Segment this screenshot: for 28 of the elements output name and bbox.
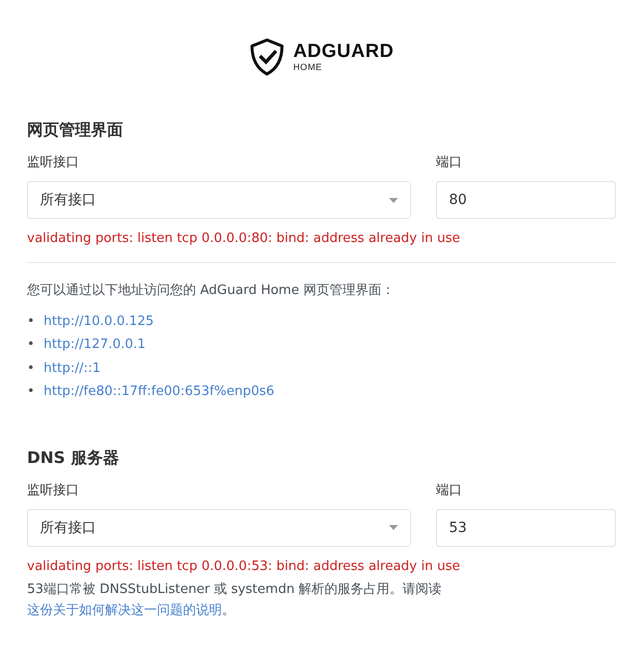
address-link[interactable]: http://fe80::17ff:fe00:653f%enp0s6 [44,380,274,404]
section-title: DNS 服务器 [27,448,120,469]
caret-icon [389,525,398,530]
address-link[interactable]: http://::1 [44,356,101,380]
bullet-mark: • [27,360,35,378]
port-field[interactable]: 53 [436,508,616,547]
help-link[interactable]: 这份关于如何解决这一问题的说明 [27,602,222,618]
caret-icon [389,198,398,202]
bullet-mark: • [27,336,35,354]
field-label: 监听接口 [27,482,80,499]
addresses-intro: 您可以通过以下地址访问您的 AdGuard Home 网页管理界面： [27,282,396,300]
logo-title: ADGUARD [293,42,394,62]
bullet-mark: • [27,312,35,331]
address-link[interactable]: http://10.0.0.125 [44,310,154,334]
error-message: validating ports: listen tcp 0.0.0.0:80: bind: address already in use [27,231,462,246]
error-message: validating ports: listen tcp 0.0.0.0:53: bind: address already in use [27,558,462,574]
interface-select[interactable]: 所有接口 [27,508,411,547]
field-label: 监听接口 [27,154,80,171]
logo-subtitle: HOME [293,62,324,72]
interface-select[interactable]: 所有接口 [27,181,411,219]
port-field[interactable]: 80 [436,181,616,219]
field-label: 端口 [436,482,463,499]
bullet-mark: • [27,383,35,402]
shield-check-icon [249,38,286,76]
section-title: 网页管理界面 [27,120,124,141]
note-text: 53端口常被 DNSStubListener 或 systemdn 解析的服务占用。请阅读 这份关于如何解决这一问题的说明。 [27,580,443,620]
field-label: 端口 [436,154,463,171]
address-link[interactable]: http://127.0.0.1 [44,333,146,357]
